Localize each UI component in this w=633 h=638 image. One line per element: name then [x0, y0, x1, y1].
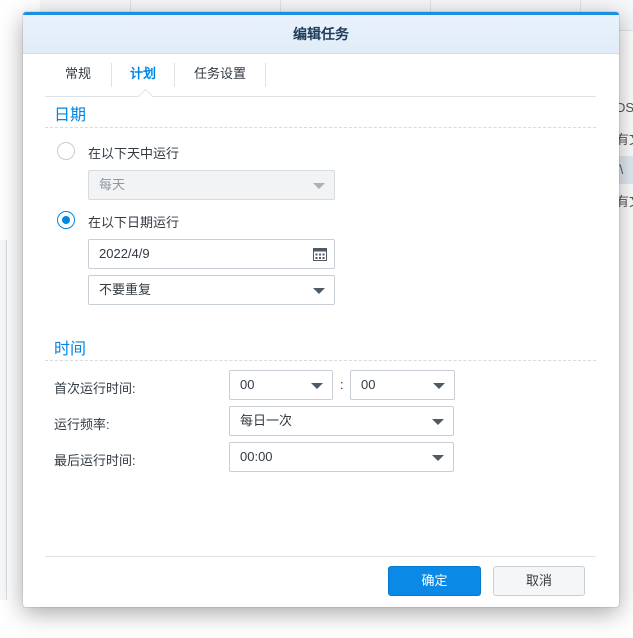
tab-divider — [265, 63, 266, 87]
days-select-value: 每天 — [99, 177, 126, 192]
frequency-select[interactable]: 每日一次 — [229, 406, 454, 436]
frequency-label: 运行频率: — [54, 417, 110, 432]
days-select: 每天 — [88, 170, 335, 200]
first-run-minute-value: 00 — [361, 377, 376, 392]
cancel-button[interactable]: 取消 — [493, 566, 585, 596]
date-input-value: 2022/4/9 — [99, 246, 150, 261]
last-run-time-value: 00:00 — [240, 449, 273, 464]
time-section-title: 时间 — [54, 341, 87, 358]
chevron-down-icon — [311, 383, 323, 389]
footer-divider — [45, 556, 596, 557]
tab-general[interactable]: 常规 — [45, 52, 111, 96]
chevron-down-icon — [432, 419, 444, 425]
date-section-title: 日期 — [54, 107, 87, 124]
chevron-down-icon — [433, 383, 445, 389]
chevron-down-icon — [313, 288, 325, 294]
repeat-select-value: 不要重复 — [99, 282, 152, 297]
dialog-title[interactable]: 编辑任务 — [23, 12, 619, 54]
run-on-days-radio[interactable] — [57, 142, 75, 160]
repeat-select[interactable]: 不要重复 — [88, 275, 335, 305]
first-run-hour-value: 00 — [240, 377, 255, 392]
section-divider — [45, 360, 596, 361]
run-on-days-label[interactable]: 在以下天中运行 — [88, 143, 179, 162]
time-separator: : — [340, 377, 344, 392]
run-on-date-label[interactable]: 在以下日期运行 — [88, 212, 179, 231]
calendar-icon[interactable] — [313, 247, 327, 261]
edit-task-dialog: 编辑任务 常规 计划 任务设置 日期 在以下天中运行 每天 在以下日期运行 20… — [23, 12, 619, 607]
run-on-date-radio[interactable] — [57, 211, 75, 229]
chevron-down-icon — [432, 455, 444, 461]
ok-button[interactable]: 确定 — [388, 566, 481, 596]
tab-task-settings[interactable]: 任务设置 — [175, 52, 265, 96]
date-input[interactable]: 2022/4/9 — [88, 239, 335, 269]
last-run-time-label: 最后运行时间: — [54, 453, 136, 468]
chevron-down-icon — [313, 183, 325, 189]
tab-bar: 常规 计划 任务设置 — [45, 52, 596, 97]
last-run-time-select[interactable]: 00:00 — [229, 442, 454, 472]
background-panel-edge — [0, 240, 7, 600]
first-run-hour-select[interactable]: 00 — [229, 370, 333, 400]
first-run-time-label: 首次运行时间: — [54, 381, 136, 396]
section-divider — [45, 127, 596, 128]
frequency-value: 每日一次 — [240, 413, 293, 428]
first-run-minute-select[interactable]: 00 — [350, 370, 455, 400]
